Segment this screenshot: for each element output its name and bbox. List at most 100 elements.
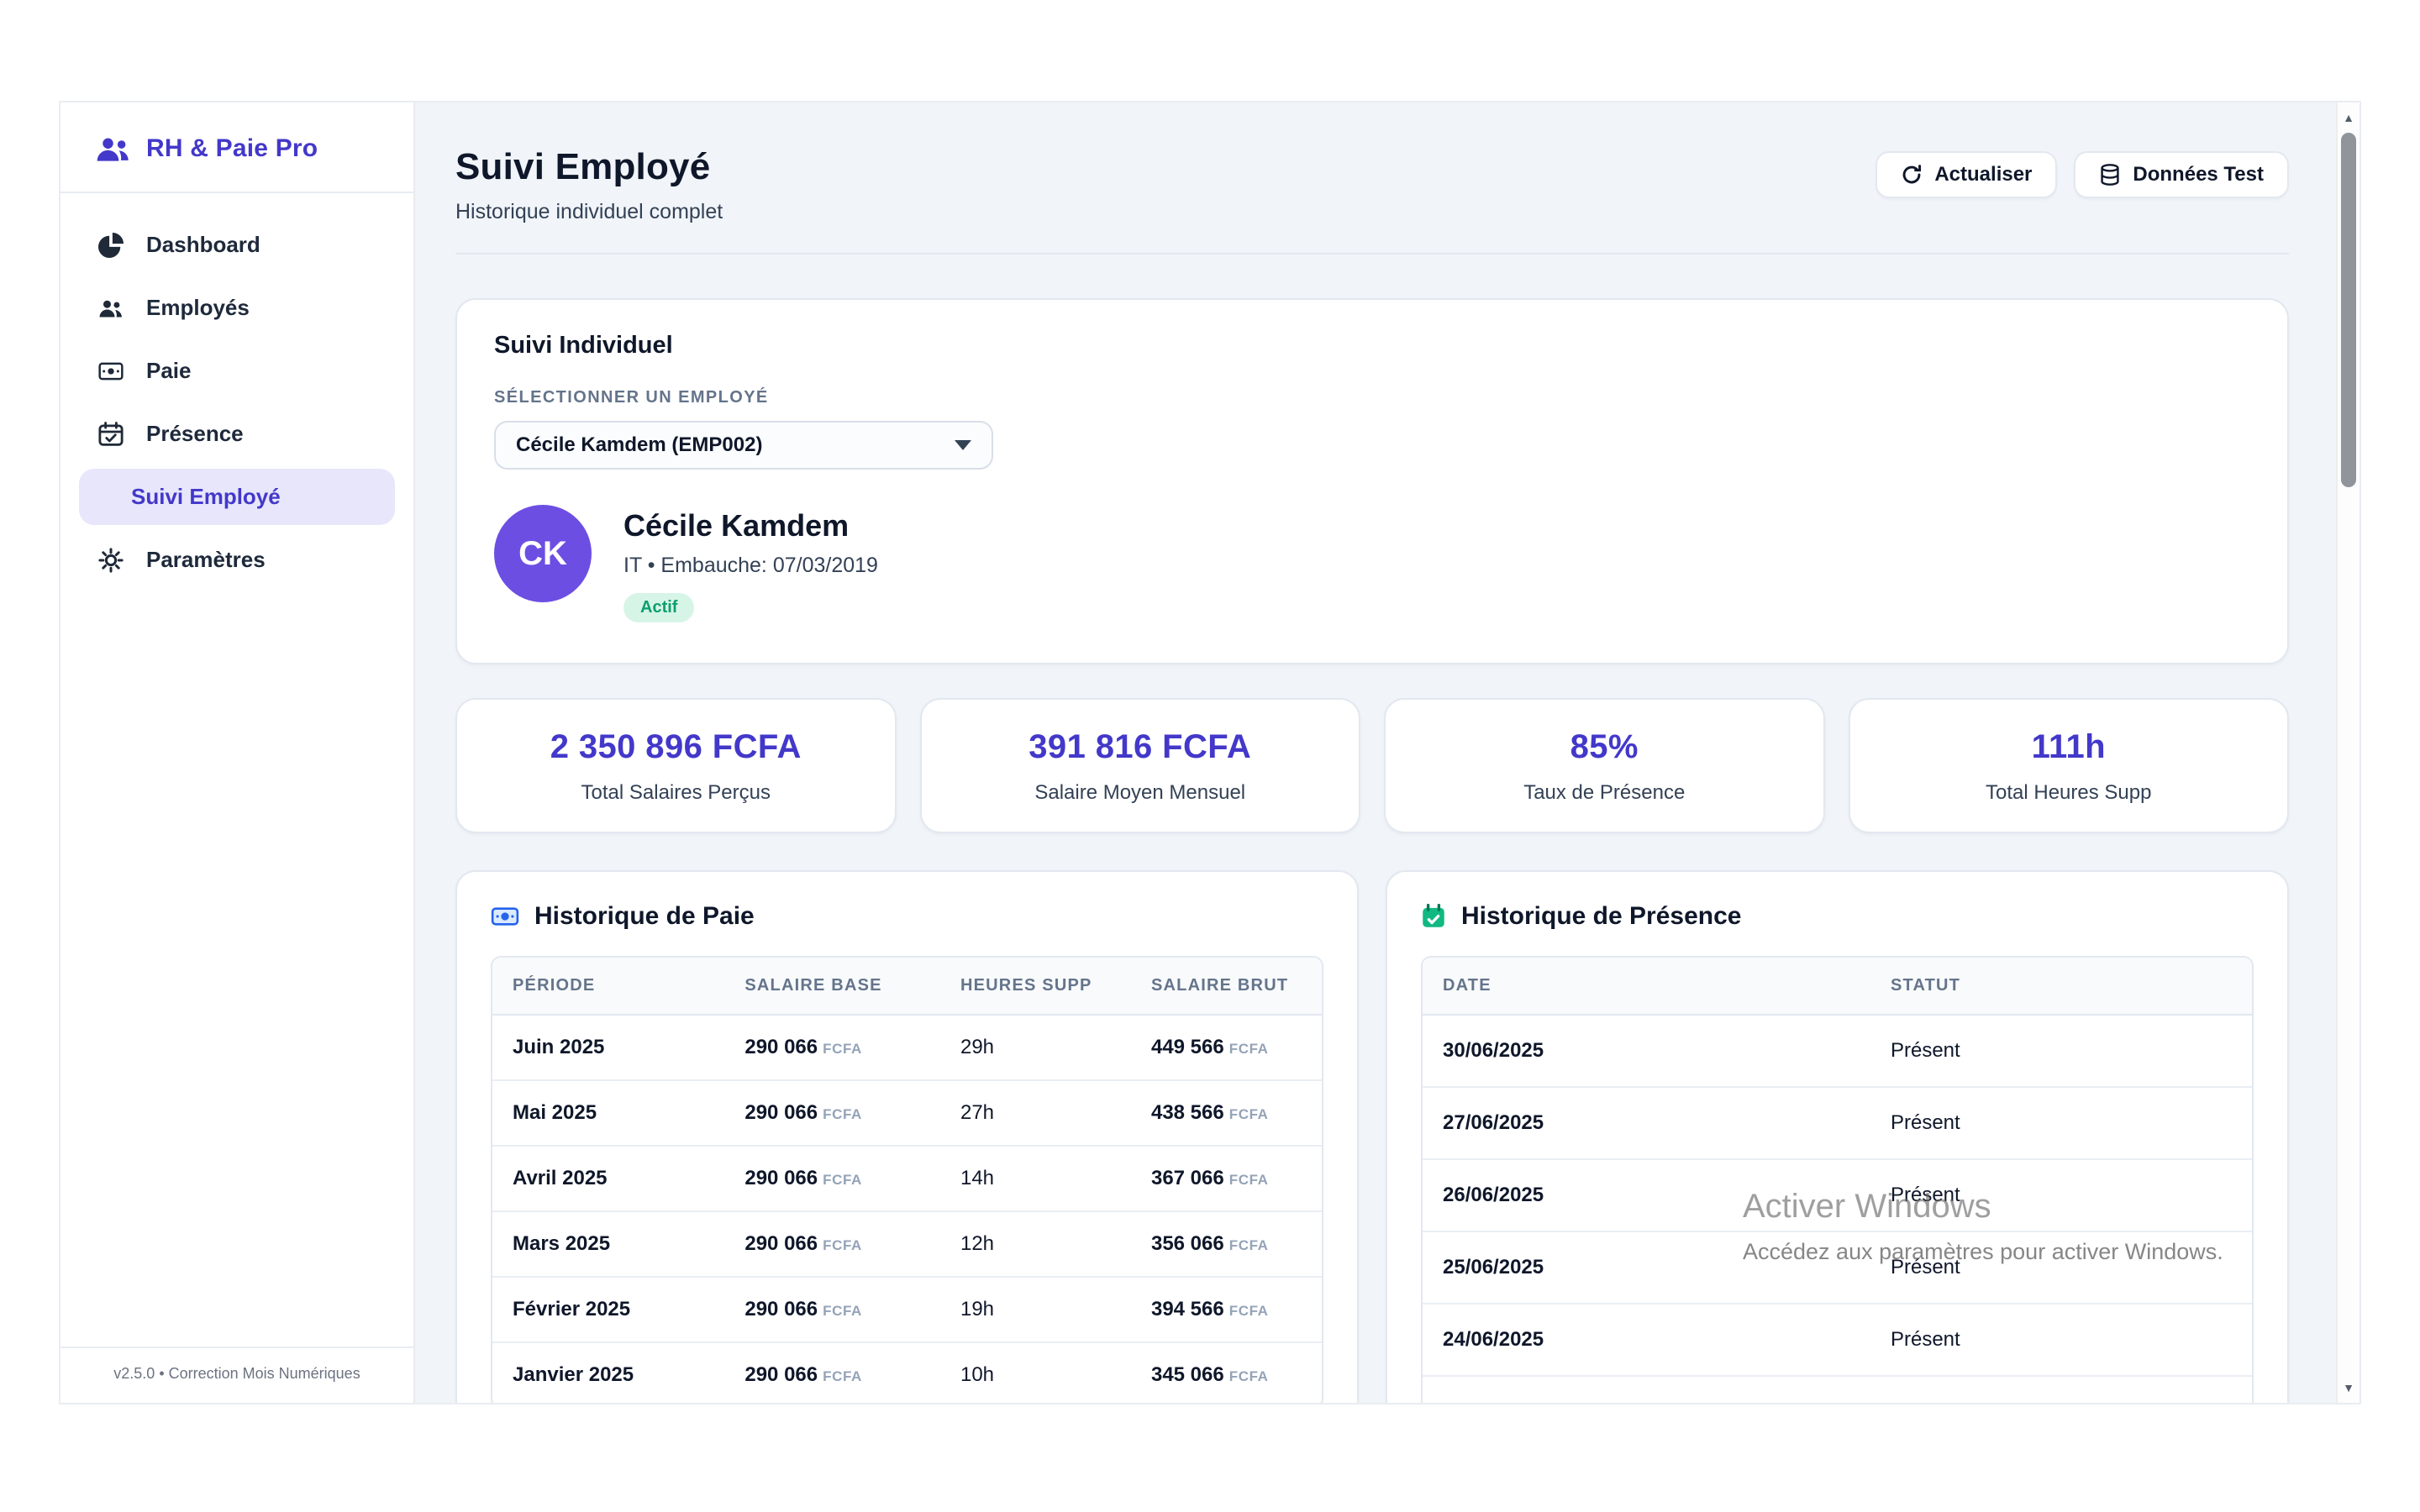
pay-supp: 27h bbox=[940, 1080, 1131, 1146]
header-divider bbox=[455, 253, 2289, 255]
banknote-color-icon bbox=[491, 906, 519, 927]
presence-history-panel: Historique de Présence DATE STATUT bbox=[1386, 870, 2289, 1403]
table-header-row: PÉRIODE SALAIRE BASE HEURES SUPP SALAIRE… bbox=[492, 958, 1322, 1015]
column-header-salaire-base: SALAIRE BASE bbox=[724, 958, 940, 1015]
calendar-icon bbox=[97, 422, 124, 447]
pay-history-title-text: Historique de Paie bbox=[534, 902, 755, 931]
pay-brut: 345 066FCFA bbox=[1131, 1342, 1322, 1403]
pay-history-table-wrap: PÉRIODE SALAIRE BASE HEURES SUPP SALAIRE… bbox=[491, 956, 1323, 1403]
employee-select[interactable]: Cécile Kamdem (EMP002) bbox=[494, 421, 993, 470]
employee-name: Cécile Kamdem bbox=[623, 508, 878, 543]
pay-brut: 438 566FCFA bbox=[1131, 1080, 1322, 1146]
table-row-partial bbox=[1423, 1376, 2252, 1403]
pay-period: Janvier 2025 bbox=[492, 1342, 724, 1403]
presence-date: 24/06/2025 bbox=[1423, 1304, 1870, 1376]
pay-supp: 12h bbox=[940, 1211, 1131, 1277]
presence-status: Présent bbox=[1870, 1231, 2252, 1304]
pay-period: Février 2025 bbox=[492, 1277, 724, 1342]
table-row: Mai 2025 290 066FCFA 27h 438 566FCFA bbox=[492, 1080, 1322, 1146]
gear-icon bbox=[97, 548, 124, 573]
stat-value: 111h bbox=[1864, 728, 2275, 766]
card-title: Suivi Individuel bbox=[494, 332, 2250, 360]
refresh-button[interactable]: Actualiser bbox=[1876, 151, 2057, 198]
stat-label: Salaire Moyen Mensuel bbox=[935, 781, 1346, 805]
individual-tracking-card: Suivi Individuel SÉLECTIONNER UN EMPLOYÉ… bbox=[455, 298, 2289, 664]
refresh-button-label: Actualiser bbox=[1934, 163, 2032, 186]
scrollbar[interactable]: ▲ ▼ bbox=[2336, 102, 2360, 1403]
presence-history-table: DATE STATUT 30/06/2025 Présent 27/06/202… bbox=[1423, 958, 2252, 1403]
sidebar-item-label: Présence bbox=[146, 421, 244, 447]
presence-date: 30/06/2025 bbox=[1423, 1015, 1870, 1087]
column-header-date: DATE bbox=[1423, 958, 1870, 1015]
banknote-icon bbox=[97, 359, 124, 384]
pay-supp: 19h bbox=[940, 1277, 1131, 1342]
table-header-row: DATE STATUT bbox=[1423, 958, 2252, 1015]
sidebar-item-employes[interactable]: Employés bbox=[79, 280, 395, 336]
presence-status: Présent bbox=[1870, 1087, 2252, 1159]
column-header-salaire-brut: SALAIRE BRUT bbox=[1131, 958, 1322, 1015]
pie-chart-icon bbox=[97, 233, 124, 258]
stat-card-taux-presence: 85% Taux de Présence bbox=[1384, 698, 1825, 833]
employee-info: Cécile Kamdem IT • Embauche: 07/03/2019 … bbox=[623, 505, 878, 622]
sidebar: RH & Paie Pro Dashboard Employés Paie bbox=[60, 102, 415, 1403]
pay-brut: 394 566FCFA bbox=[1131, 1277, 1322, 1342]
pay-brut: 449 566FCFA bbox=[1131, 1015, 1322, 1080]
sidebar-item-parametres[interactable]: Paramètres bbox=[79, 532, 395, 588]
stat-card-salaire-moyen: 391 816 FCFA Salaire Moyen Mensuel bbox=[920, 698, 1361, 833]
sidebar-item-label: Dashboard bbox=[146, 232, 260, 258]
avatar: CK bbox=[494, 505, 592, 602]
table-row: 26/06/2025 Présent bbox=[1423, 1159, 2252, 1231]
presence-date: 25/06/2025 bbox=[1423, 1231, 1870, 1304]
main-content: Suivi Employé Historique individuel comp… bbox=[415, 102, 2360, 1403]
presence-history-title: Historique de Présence bbox=[1421, 902, 2254, 931]
stat-value: 2 350 896 FCFA bbox=[471, 728, 881, 766]
app-version: v2.5.0 • Correction Mois Numériques bbox=[60, 1347, 413, 1403]
sidebar-item-dashboard[interactable]: Dashboard bbox=[79, 217, 395, 273]
table-row: 25/06/2025 Présent bbox=[1423, 1231, 2252, 1304]
employee-select-value: Cécile Kamdem (EMP002) bbox=[516, 433, 762, 457]
database-icon bbox=[2099, 164, 2121, 186]
pay-history-title: Historique de Paie bbox=[491, 902, 1323, 931]
pay-supp: 14h bbox=[940, 1146, 1131, 1211]
presence-date: 26/06/2025 bbox=[1423, 1159, 1870, 1231]
presence-status: Présent bbox=[1870, 1015, 2252, 1087]
table-row: Janvier 2025 290 066FCFA 10h 345 066FCFA bbox=[492, 1342, 1322, 1403]
pay-supp: 29h bbox=[940, 1015, 1131, 1080]
stat-value: 85% bbox=[1399, 728, 1810, 766]
table-row: 24/06/2025 Présent bbox=[1423, 1304, 2252, 1376]
stat-card-heures-supp: 111h Total Heures Supp bbox=[1849, 698, 2290, 833]
sidebar-nav: Dashboard Employés Paie Présence bbox=[60, 193, 413, 618]
app-logo: RH & Paie Pro bbox=[60, 102, 413, 193]
column-header-heures-supp: HEURES SUPP bbox=[940, 958, 1131, 1015]
pay-period: Juin 2025 bbox=[492, 1015, 724, 1080]
table-row: Février 2025 290 066FCFA 19h 394 566FCFA bbox=[492, 1277, 1322, 1342]
page-title: Suivi Employé bbox=[455, 146, 723, 188]
scroll-down-arrow-icon[interactable]: ▼ bbox=[2338, 1381, 2360, 1394]
scroll-up-arrow-icon[interactable]: ▲ bbox=[2338, 111, 2360, 124]
employee-select-label: SÉLECTIONNER UN EMPLOYÉ bbox=[494, 388, 2250, 407]
page-header: Suivi Employé Historique individuel comp… bbox=[455, 146, 2289, 224]
pay-brut: 367 066FCFA bbox=[1131, 1146, 1322, 1211]
table-row: Avril 2025 290 066FCFA 14h 367 066FCFA bbox=[492, 1146, 1322, 1211]
header-actions: Actualiser Données Test bbox=[1876, 151, 2289, 198]
sidebar-item-presence[interactable]: Présence bbox=[79, 406, 395, 462]
calendar-check-color-icon bbox=[1421, 904, 1446, 929]
scrollbar-thumb[interactable] bbox=[2341, 133, 2356, 487]
stat-value: 391 816 FCFA bbox=[935, 728, 1346, 766]
pay-base: 290 066FCFA bbox=[724, 1342, 940, 1403]
sidebar-item-paie[interactable]: Paie bbox=[79, 343, 395, 399]
test-data-button[interactable]: Données Test bbox=[2074, 151, 2289, 198]
pay-brut: 356 066FCFA bbox=[1131, 1211, 1322, 1277]
pay-base: 290 066FCFA bbox=[724, 1277, 940, 1342]
employee-summary: CK Cécile Kamdem IT • Embauche: 07/03/20… bbox=[494, 505, 2250, 622]
page-subtitle: Historique individuel complet bbox=[455, 200, 723, 224]
presence-history-title-text: Historique de Présence bbox=[1461, 902, 1741, 931]
sidebar-item-label: Paramètres bbox=[146, 547, 266, 573]
pay-base: 290 066FCFA bbox=[724, 1211, 940, 1277]
pay-supp: 10h bbox=[940, 1342, 1131, 1403]
presence-history-table-wrap: DATE STATUT 30/06/2025 Présent 27/06/202… bbox=[1421, 956, 2254, 1403]
users-icon bbox=[97, 296, 124, 321]
sidebar-item-suivi-employe[interactable]: Suivi Employé bbox=[79, 469, 395, 525]
table-row: Juin 2025 290 066FCFA 29h 449 566FCFA bbox=[492, 1015, 1322, 1080]
pay-base: 290 066FCFA bbox=[724, 1146, 940, 1211]
